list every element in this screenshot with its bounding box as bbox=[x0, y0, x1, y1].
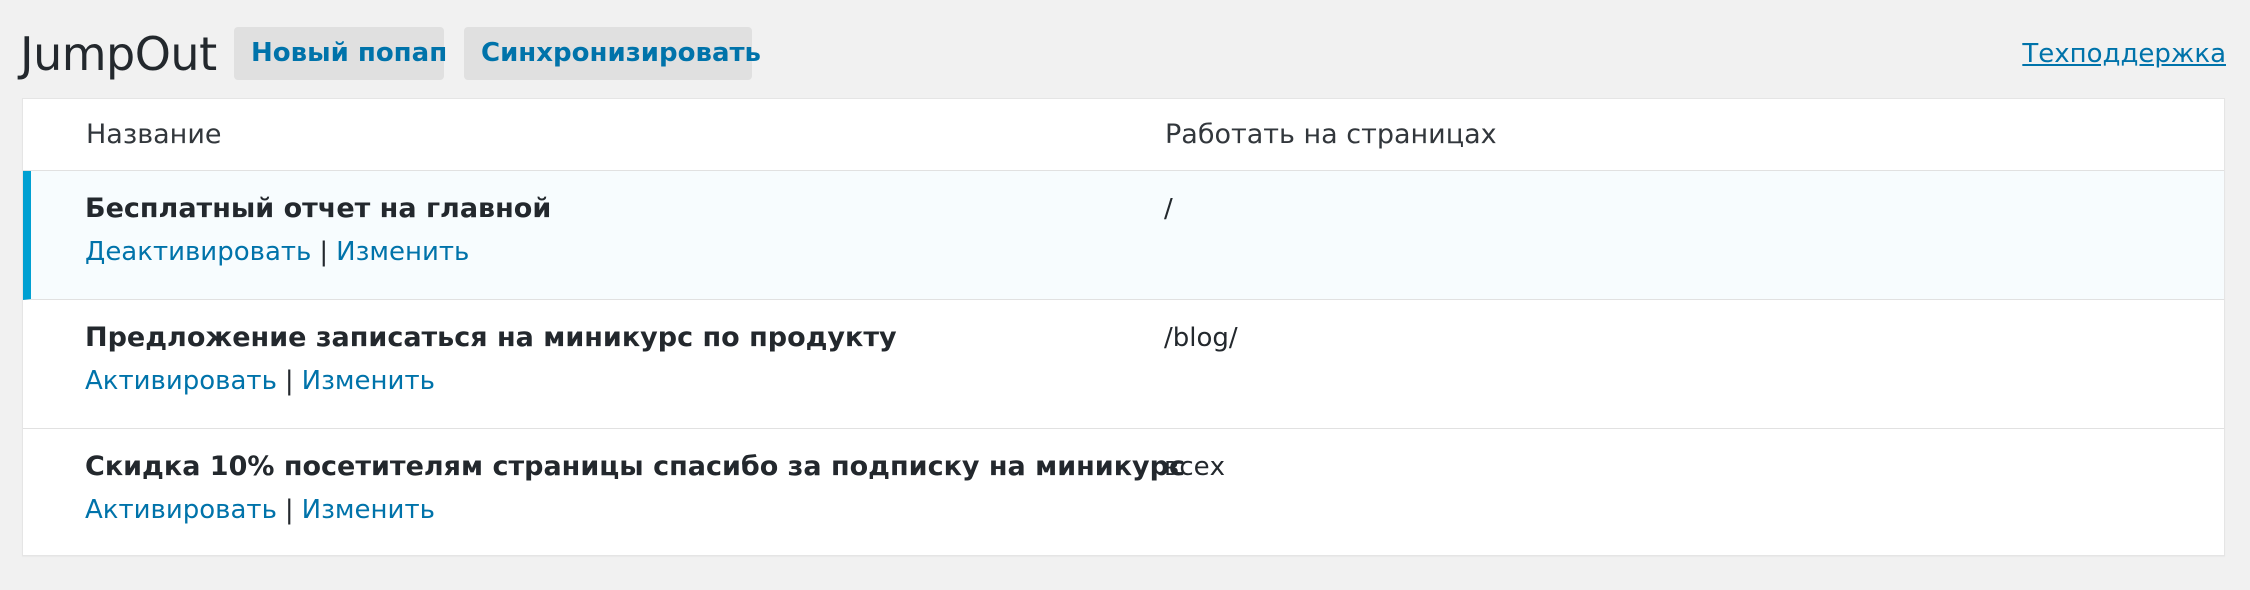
popup-pages: всех bbox=[1164, 452, 1226, 482]
edit-link[interactable]: Изменить bbox=[302, 495, 435, 525]
action-separator: | bbox=[319, 237, 329, 267]
table-header: Название Работать на страницах bbox=[23, 99, 2224, 171]
edit-link[interactable]: Изменить bbox=[336, 237, 469, 267]
new-popup-button[interactable]: Новый попап bbox=[234, 27, 447, 80]
activate-link[interactable]: Активировать bbox=[85, 495, 277, 525]
edit-link[interactable]: Изменить bbox=[302, 366, 435, 396]
activate-link[interactable]: Активировать bbox=[85, 366, 277, 396]
support-link[interactable]: Техподдержка bbox=[2022, 38, 2226, 70]
sync-button[interactable]: Синхронизировать bbox=[464, 27, 761, 80]
page-header: JumpOut Новый попап Синхронизировать Тех… bbox=[0, 0, 2250, 98]
page-title: JumpOut bbox=[20, 27, 217, 81]
popup-pages: /blog/ bbox=[1164, 323, 1238, 353]
table-row: Предложение записаться на миникурс по пр… bbox=[23, 300, 2224, 429]
popup-title: Бесплатный отчет на главной bbox=[85, 193, 552, 224]
row-actions: Активировать | Изменить bbox=[85, 493, 435, 527]
table-row: Скидка 10% посетителям страницы спасибо … bbox=[23, 429, 2224, 558]
deactivate-link[interactable]: Деактивировать bbox=[85, 237, 311, 267]
action-separator: | bbox=[284, 366, 294, 396]
column-header-pages: Работать на страницах bbox=[1165, 119, 1497, 150]
row-actions: Активировать | Изменить bbox=[85, 364, 435, 398]
row-actions: Деактивировать | Изменить bbox=[85, 235, 469, 269]
popups-table: Название Работать на страницах Бесплатны… bbox=[22, 98, 2225, 556]
action-separator: | bbox=[284, 495, 294, 525]
table-row: Бесплатный отчет на главной Деактивирова… bbox=[23, 171, 2224, 300]
popup-title: Предложение записаться на миникурс по пр… bbox=[85, 322, 897, 353]
popup-title: Скидка 10% посетителям страницы спасибо … bbox=[85, 451, 1185, 482]
popup-pages: / bbox=[1164, 194, 1173, 224]
column-header-name: Название bbox=[86, 119, 222, 150]
